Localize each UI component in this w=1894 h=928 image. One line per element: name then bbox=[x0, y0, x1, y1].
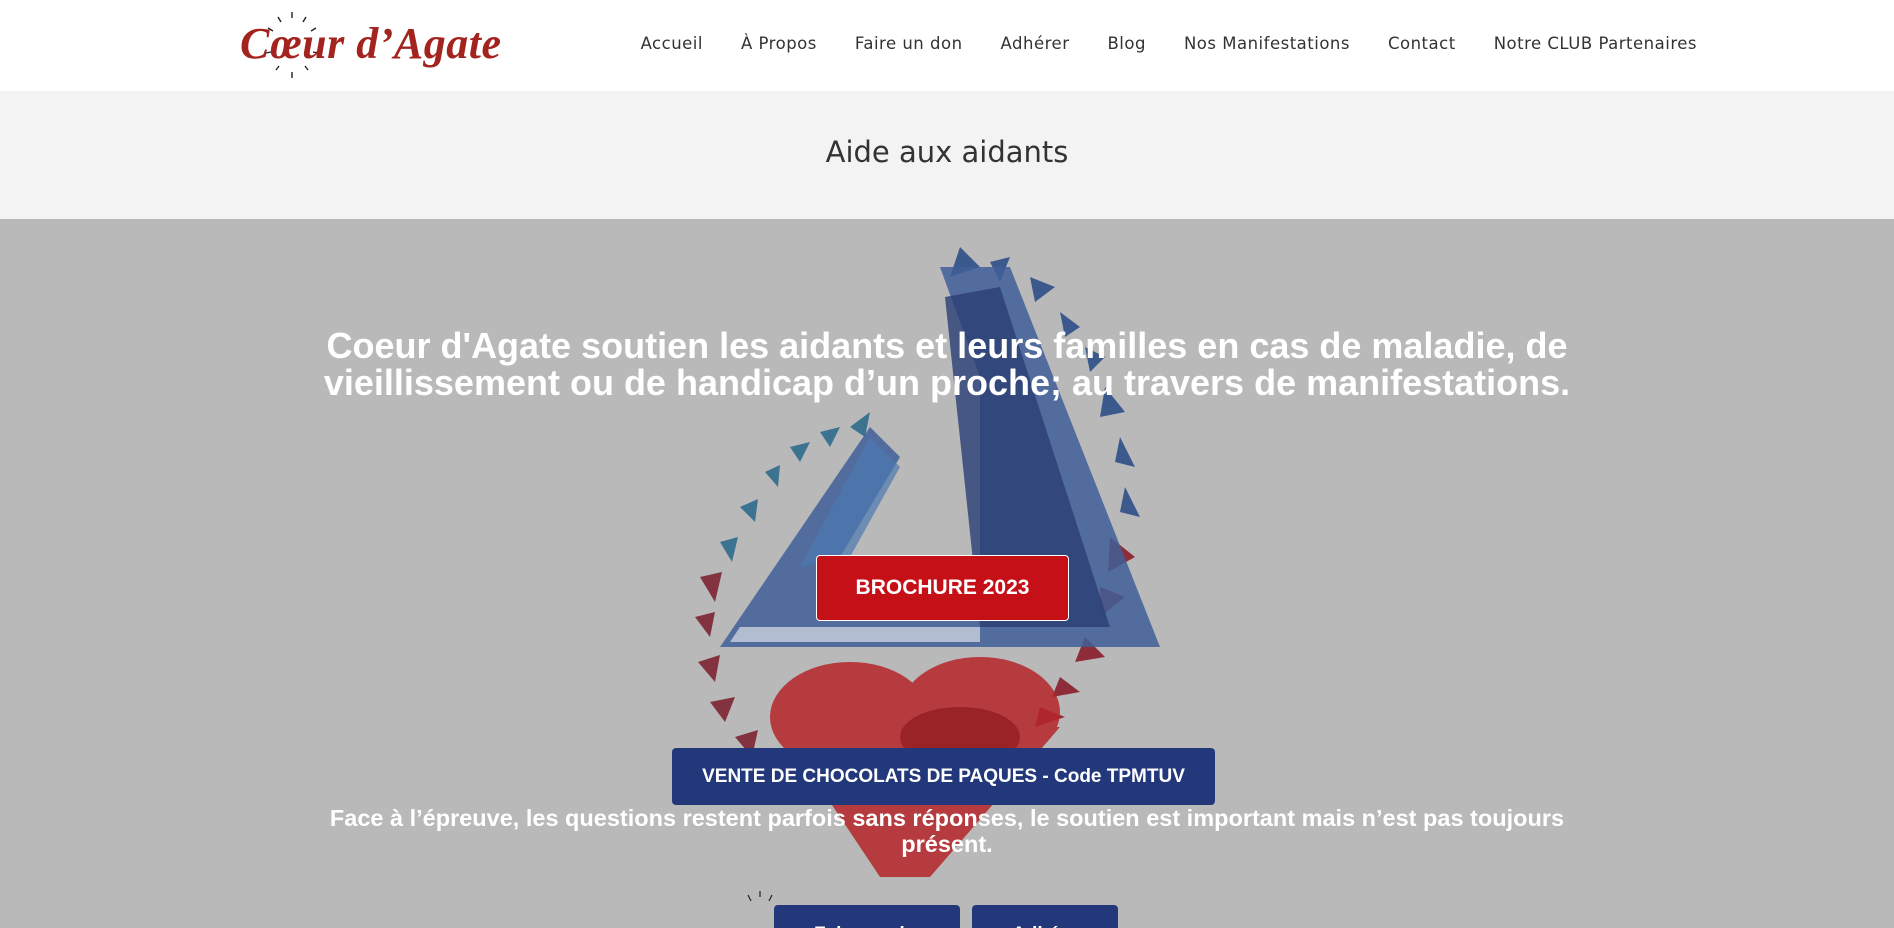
main-nav: Accueil À Propos Faire un don Adhérer Bl… bbox=[641, 34, 1697, 53]
faire-un-don-button[interactable]: Faire un don bbox=[774, 905, 960, 928]
site-logo[interactable]: Cœur d’Agate bbox=[240, 8, 502, 83]
hero-section: Coeur d'Agate soutien les aidants et leu… bbox=[0, 219, 1894, 928]
title-band: Aide aux aidants bbox=[0, 91, 1894, 219]
brochure-2023-button[interactable]: BROCHURE 2023 bbox=[816, 555, 1069, 621]
logo-text: Cœur d’Agate bbox=[240, 19, 502, 68]
site-header: Cœur d’Agate Accueil À Propos Faire un d… bbox=[0, 0, 1894, 91]
nav-item-club-partenaires[interactable]: Notre CLUB Partenaires bbox=[1494, 34, 1697, 53]
nav-item-a-propos[interactable]: À Propos bbox=[741, 34, 817, 53]
chocolats-paques-button[interactable]: VENTE DE CHOCOLATS DE PAQUES - Code TPMT… bbox=[672, 748, 1215, 805]
hero-subtext: Face à l’épreuve, les questions restent … bbox=[329, 805, 1565, 857]
nav-item-blog[interactable]: Blog bbox=[1107, 34, 1145, 53]
adherer-button[interactable]: Adhérer bbox=[972, 905, 1118, 928]
nav-item-manifestations[interactable]: Nos Manifestations bbox=[1184, 34, 1350, 53]
nav-item-faire-un-don[interactable]: Faire un don bbox=[855, 34, 963, 53]
nav-item-accueil[interactable]: Accueil bbox=[641, 34, 703, 53]
page-title: Aide aux aidants bbox=[825, 135, 1069, 169]
nav-item-contact[interactable]: Contact bbox=[1388, 34, 1456, 53]
nav-item-adherer[interactable]: Adhérer bbox=[1001, 34, 1070, 53]
hero-heading: Coeur d'Agate soutien les aidants et leu… bbox=[323, 325, 1571, 403]
